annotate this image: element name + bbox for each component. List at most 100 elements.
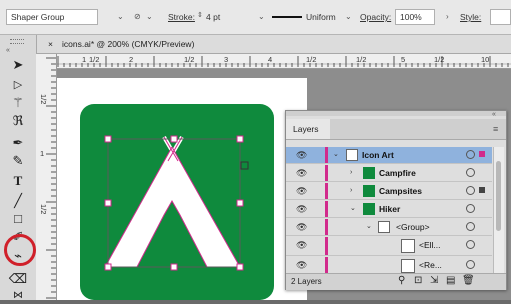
horizontal-ruler: 1 1/2 2 1/2 3 4 1/2 1/2 5 1/2 10 <box>56 54 511 69</box>
opacity-arrow-icon[interactable]: › <box>446 9 449 25</box>
eraser-tool-icon[interactable]: ⌫ <box>8 271 28 287</box>
stroke-stepper-icon[interactable]: ⇕ <box>197 8 203 24</box>
fill-swatch-icon[interactable]: ⊘ <box>134 9 141 25</box>
target-circle-icon[interactable] <box>466 240 475 249</box>
layer-color-bar <box>325 219 328 235</box>
visibility-eye-icon[interactable]: 👁 <box>296 186 307 197</box>
make-clipping-mask-icon[interactable]: ⊡ <box>414 275 422 286</box>
ruler-number: 3 <box>224 55 229 64</box>
close-tab-icon[interactable]: × <box>48 35 53 53</box>
panel-grip-icon[interactable] <box>10 39 24 44</box>
expand-chevron-icon[interactable]: ⌄ <box>333 147 339 163</box>
stroke-weight-chevron-icon[interactable]: ⌄ <box>258 9 265 25</box>
collapse-icon[interactable]: « <box>492 111 496 118</box>
opacity-label[interactable]: Opacity: <box>360 9 391 25</box>
locate-object-icon[interactable]: ⚲ <box>398 275 405 286</box>
tools-panel: « ➤ ▷ ⚚ ℜ ✒ ✎ T ╱ □ ✐ ⌁ ⌫ ⋈ <box>0 35 37 301</box>
fill-dropdown-icon[interactable]: ⌄ <box>117 9 124 25</box>
rotate-tool-icon[interactable]: ⋈ <box>8 288 28 304</box>
tent-artwork[interactable] <box>100 135 260 300</box>
expand-chevron-icon[interactable]: › <box>350 165 352 181</box>
layer-name[interactable]: Campfire <box>379 165 416 181</box>
tab-layers[interactable]: Layers <box>286 119 330 139</box>
visibility-eye-icon[interactable]: 👁 <box>296 168 307 179</box>
visibility-eye-icon[interactable]: 👁 <box>296 260 307 271</box>
control-bar: Shaper Group ⌄ ⊘ ⌄ Stroke: ⇕ 4 pt ⌄ Unif… <box>0 0 511 35</box>
layer-row-hiker[interactable]: 👁 ⌄ Hiker <box>286 201 492 218</box>
ruler-mark: 1/2 <box>306 55 317 64</box>
expand-chevron-icon[interactable]: ⌄ <box>350 201 356 217</box>
scrollbar-thumb[interactable] <box>496 161 501 231</box>
layer-count: 2 Layers <box>291 277 322 286</box>
ruler-number: 2 <box>129 55 134 64</box>
ruler-number: 4 <box>268 55 273 64</box>
selection-tool-icon[interactable]: ➤ <box>8 57 28 73</box>
expand-chevron-icon[interactable]: ⌄ <box>366 219 372 235</box>
tab-layers-label: Layers <box>293 124 319 134</box>
layer-row-group[interactable]: 👁 ⌄ <Group> <box>286 219 492 236</box>
lasso-tool-icon[interactable]: ℜ <box>8 113 28 129</box>
profile-chevron-icon[interactable]: ⌄ <box>345 9 352 25</box>
ruler-number: 1 <box>82 55 87 64</box>
create-sublayer-icon[interactable]: ⇲ <box>430 275 438 286</box>
selection-indicator-icon[interactable] <box>479 187 485 193</box>
campsites-thumbnail <box>363 185 375 197</box>
pen-tool-icon[interactable]: ✒ <box>8 135 28 151</box>
type-tool-icon[interactable]: T <box>8 173 28 189</box>
layer-name[interactable]: <Re... <box>419 257 442 273</box>
document-tab-bar: × icons.ai* @ 200% (CMYK/Preview) <box>36 35 511 54</box>
line-segment-tool-icon[interactable]: ╱ <box>8 193 28 209</box>
ruler-mark: 1/2 <box>356 55 367 64</box>
style-label[interactable]: Style: <box>460 9 481 25</box>
fill-chevron-icon[interactable]: ⌄ <box>146 9 153 25</box>
layer-name[interactable]: Campsites <box>379 183 422 199</box>
selection-indicator-icon[interactable] <box>479 151 485 157</box>
target-circle-icon[interactable] <box>466 186 475 195</box>
layer-name[interactable]: <Group> <box>396 219 430 235</box>
layers-list: 👁 ⌄ Icon Art 👁 › Campfire 👁 › Campsites <box>286 147 492 276</box>
target-circle-icon[interactable] <box>466 222 475 231</box>
stroke-profile-line <box>272 16 302 18</box>
expand-chevron-icon[interactable]: › <box>350 183 352 199</box>
layer-row-campfire[interactable]: 👁 › Campfire <box>286 165 492 182</box>
curvature-tool-icon[interactable]: ✎ <box>8 153 28 169</box>
stroke-value[interactable]: 4 pt <box>206 9 220 25</box>
shaper-group-widget[interactable] <box>240 161 249 170</box>
new-layer-icon[interactable]: ▤ <box>446 275 455 286</box>
layer-name[interactable]: Hiker <box>379 201 400 217</box>
panel-menu-icon[interactable]: ≡ <box>493 124 498 134</box>
document-tab-title[interactable]: icons.ai* @ 200% (CMYK/Preview) <box>62 35 194 53</box>
target-circle-icon[interactable] <box>466 168 475 177</box>
collapse-panel-icon[interactable]: « <box>6 47 10 54</box>
target-circle-icon[interactable] <box>466 150 475 159</box>
campfire-thumbnail <box>363 167 375 179</box>
magic-wand-tool-icon[interactable]: ⚚ <box>8 95 28 111</box>
layers-tab-bar: Layers ≡ <box>286 119 506 140</box>
tent-shape[interactable] <box>105 147 240 267</box>
opacity-field[interactable]: 100% <box>395 9 435 25</box>
layers-scrollbar[interactable] <box>493 147 504 273</box>
ruler-mark: 1/2 <box>89 55 100 64</box>
layer-color-bar <box>325 147 328 163</box>
selection-type-field[interactable]: Shaper Group <box>6 9 98 25</box>
direct-selection-tool-icon[interactable]: ▷ <box>8 77 28 93</box>
layer-row-campsites[interactable]: 👁 › Campsites <box>286 183 492 200</box>
panel-header-strip <box>286 111 506 116</box>
rectangle-tool-icon[interactable]: □ <box>8 211 28 227</box>
visibility-eye-icon[interactable]: 👁 <box>296 240 307 251</box>
layer-name[interactable]: Icon Art <box>362 147 394 163</box>
visibility-eye-icon[interactable]: 👁 <box>296 222 307 233</box>
target-circle-icon[interactable] <box>466 260 475 269</box>
stroke-label[interactable]: Stroke: <box>168 9 195 25</box>
delete-layer-icon[interactable]: 🗑 <box>462 275 475 286</box>
layer-row-icon-art[interactable]: 👁 ⌄ Icon Art <box>286 147 492 164</box>
target-circle-icon[interactable] <box>466 204 475 213</box>
stroke-profile[interactable]: Uniform <box>306 9 336 25</box>
style-swatch[interactable] <box>490 9 511 25</box>
layer-row-ellipse[interactable]: 👁 <Ell... <box>286 237 492 256</box>
ruler-number: 10 <box>481 55 490 64</box>
layer-name[interactable]: <Ell... <box>419 237 441 253</box>
visibility-eye-icon[interactable]: 👁 <box>296 150 307 161</box>
rectangle-thumbnail <box>401 259 415 273</box>
visibility-eye-icon[interactable]: 👁 <box>296 204 307 215</box>
